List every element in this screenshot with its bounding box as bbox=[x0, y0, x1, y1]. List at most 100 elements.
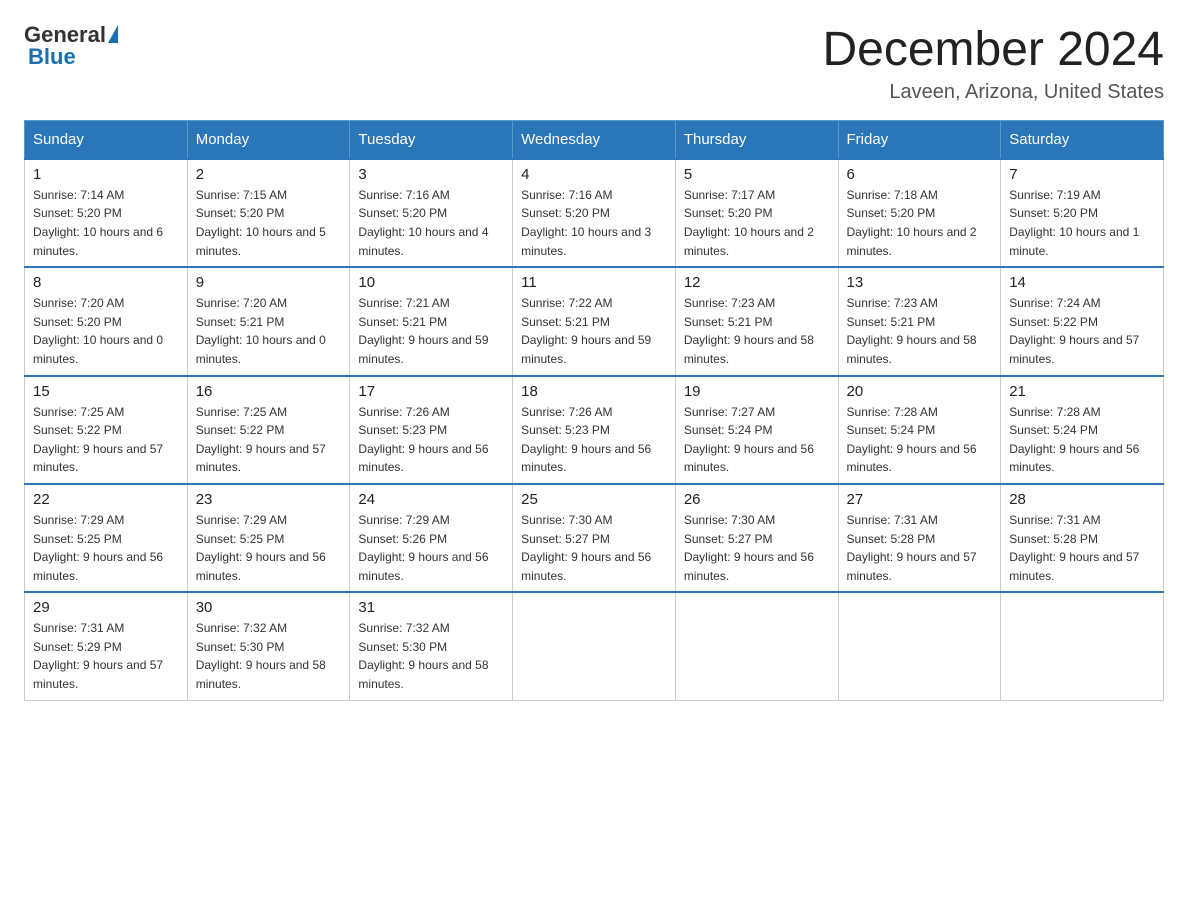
day-number: 23 bbox=[196, 491, 342, 508]
day-number: 14 bbox=[1009, 274, 1155, 291]
day-number: 20 bbox=[847, 383, 993, 400]
day-number: 5 bbox=[684, 166, 830, 183]
day-info: Sunrise: 7:31 AM Sunset: 5:28 PM Dayligh… bbox=[1009, 511, 1155, 585]
day-number: 22 bbox=[33, 491, 179, 508]
calendar-cell: 30 Sunrise: 7:32 AM Sunset: 5:30 PM Dayl… bbox=[187, 592, 350, 700]
day-number: 9 bbox=[196, 274, 342, 291]
day-number: 15 bbox=[33, 383, 179, 400]
calendar-cell: 5 Sunrise: 7:17 AM Sunset: 5:20 PM Dayli… bbox=[675, 159, 838, 267]
day-number: 31 bbox=[358, 599, 504, 616]
calendar-cell bbox=[1001, 592, 1164, 700]
calendar-cell: 12 Sunrise: 7:23 AM Sunset: 5:21 PM Dayl… bbox=[675, 267, 838, 375]
calendar-week-row: 8 Sunrise: 7:20 AM Sunset: 5:20 PM Dayli… bbox=[25, 267, 1164, 375]
day-number: 7 bbox=[1009, 166, 1155, 183]
calendar-week-row: 22 Sunrise: 7:29 AM Sunset: 5:25 PM Dayl… bbox=[25, 484, 1164, 592]
day-info: Sunrise: 7:30 AM Sunset: 5:27 PM Dayligh… bbox=[684, 511, 830, 585]
logo-triangle-icon bbox=[108, 25, 118, 43]
day-info: Sunrise: 7:15 AM Sunset: 5:20 PM Dayligh… bbox=[196, 186, 342, 260]
day-info: Sunrise: 7:16 AM Sunset: 5:20 PM Dayligh… bbox=[521, 186, 667, 260]
calendar-cell: 8 Sunrise: 7:20 AM Sunset: 5:20 PM Dayli… bbox=[25, 267, 188, 375]
day-number: 10 bbox=[358, 274, 504, 291]
calendar-cell: 14 Sunrise: 7:24 AM Sunset: 5:22 PM Dayl… bbox=[1001, 267, 1164, 375]
day-number: 24 bbox=[358, 491, 504, 508]
calendar-cell bbox=[838, 592, 1001, 700]
day-number: 25 bbox=[521, 491, 667, 508]
day-number: 13 bbox=[847, 274, 993, 291]
day-info: Sunrise: 7:23 AM Sunset: 5:21 PM Dayligh… bbox=[847, 294, 993, 368]
day-number: 16 bbox=[196, 383, 342, 400]
calendar-header-tuesday: Tuesday bbox=[350, 120, 513, 159]
day-number: 29 bbox=[33, 599, 179, 616]
calendar-cell: 11 Sunrise: 7:22 AM Sunset: 5:21 PM Dayl… bbox=[513, 267, 676, 375]
day-info: Sunrise: 7:24 AM Sunset: 5:22 PM Dayligh… bbox=[1009, 294, 1155, 368]
calendar-week-row: 1 Sunrise: 7:14 AM Sunset: 5:20 PM Dayli… bbox=[25, 159, 1164, 267]
day-info: Sunrise: 7:25 AM Sunset: 5:22 PM Dayligh… bbox=[196, 403, 342, 477]
day-number: 27 bbox=[847, 491, 993, 508]
logo-general-text: General bbox=[24, 24, 106, 46]
calendar-table: SundayMondayTuesdayWednesdayThursdayFrid… bbox=[24, 120, 1164, 701]
day-number: 19 bbox=[684, 383, 830, 400]
calendar-cell: 10 Sunrise: 7:21 AM Sunset: 5:21 PM Dayl… bbox=[350, 267, 513, 375]
calendar-header-friday: Friday bbox=[838, 120, 1001, 159]
day-number: 2 bbox=[196, 166, 342, 183]
day-info: Sunrise: 7:29 AM Sunset: 5:25 PM Dayligh… bbox=[33, 511, 179, 585]
day-info: Sunrise: 7:30 AM Sunset: 5:27 PM Dayligh… bbox=[521, 511, 667, 585]
calendar-cell: 29 Sunrise: 7:31 AM Sunset: 5:29 PM Dayl… bbox=[25, 592, 188, 700]
day-number: 6 bbox=[847, 166, 993, 183]
day-info: Sunrise: 7:21 AM Sunset: 5:21 PM Dayligh… bbox=[358, 294, 504, 368]
month-title: December 2024 bbox=[822, 24, 1164, 77]
calendar-header-saturday: Saturday bbox=[1001, 120, 1164, 159]
day-info: Sunrise: 7:26 AM Sunset: 5:23 PM Dayligh… bbox=[521, 403, 667, 477]
calendar-cell: 26 Sunrise: 7:30 AM Sunset: 5:27 PM Dayl… bbox=[675, 484, 838, 592]
calendar-cell: 27 Sunrise: 7:31 AM Sunset: 5:28 PM Dayl… bbox=[838, 484, 1001, 592]
day-number: 26 bbox=[684, 491, 830, 508]
day-info: Sunrise: 7:32 AM Sunset: 5:30 PM Dayligh… bbox=[196, 619, 342, 693]
day-number: 8 bbox=[33, 274, 179, 291]
day-info: Sunrise: 7:28 AM Sunset: 5:24 PM Dayligh… bbox=[1009, 403, 1155, 477]
calendar-cell: 16 Sunrise: 7:25 AM Sunset: 5:22 PM Dayl… bbox=[187, 376, 350, 484]
page-header: General Blue December 2024 Laveen, Arizo… bbox=[24, 24, 1164, 104]
calendar-cell: 1 Sunrise: 7:14 AM Sunset: 5:20 PM Dayli… bbox=[25, 159, 188, 267]
calendar-cell: 28 Sunrise: 7:31 AM Sunset: 5:28 PM Dayl… bbox=[1001, 484, 1164, 592]
calendar-cell: 19 Sunrise: 7:27 AM Sunset: 5:24 PM Dayl… bbox=[675, 376, 838, 484]
day-info: Sunrise: 7:32 AM Sunset: 5:30 PM Dayligh… bbox=[358, 619, 504, 693]
calendar-cell: 22 Sunrise: 7:29 AM Sunset: 5:25 PM Dayl… bbox=[25, 484, 188, 592]
day-info: Sunrise: 7:31 AM Sunset: 5:29 PM Dayligh… bbox=[33, 619, 179, 693]
calendar-cell: 25 Sunrise: 7:30 AM Sunset: 5:27 PM Dayl… bbox=[513, 484, 676, 592]
calendar-cell: 18 Sunrise: 7:26 AM Sunset: 5:23 PM Dayl… bbox=[513, 376, 676, 484]
day-info: Sunrise: 7:20 AM Sunset: 5:21 PM Dayligh… bbox=[196, 294, 342, 368]
calendar-header-row: SundayMondayTuesdayWednesdayThursdayFrid… bbox=[25, 120, 1164, 159]
day-info: Sunrise: 7:26 AM Sunset: 5:23 PM Dayligh… bbox=[358, 403, 504, 477]
day-number: 3 bbox=[358, 166, 504, 183]
day-info: Sunrise: 7:27 AM Sunset: 5:24 PM Dayligh… bbox=[684, 403, 830, 477]
day-number: 18 bbox=[521, 383, 667, 400]
logo: General Blue bbox=[24, 24, 118, 68]
day-number: 30 bbox=[196, 599, 342, 616]
location-title: Laveen, Arizona, United States bbox=[822, 81, 1164, 104]
day-info: Sunrise: 7:14 AM Sunset: 5:20 PM Dayligh… bbox=[33, 186, 179, 260]
day-number: 11 bbox=[521, 274, 667, 291]
title-section: December 2024 Laveen, Arizona, United St… bbox=[822, 24, 1164, 104]
calendar-header-wednesday: Wednesday bbox=[513, 120, 676, 159]
day-info: Sunrise: 7:29 AM Sunset: 5:26 PM Dayligh… bbox=[358, 511, 504, 585]
day-number: 21 bbox=[1009, 383, 1155, 400]
day-info: Sunrise: 7:31 AM Sunset: 5:28 PM Dayligh… bbox=[847, 511, 993, 585]
calendar-cell: 17 Sunrise: 7:26 AM Sunset: 5:23 PM Dayl… bbox=[350, 376, 513, 484]
calendar-cell: 21 Sunrise: 7:28 AM Sunset: 5:24 PM Dayl… bbox=[1001, 376, 1164, 484]
day-number: 12 bbox=[684, 274, 830, 291]
calendar-week-row: 29 Sunrise: 7:31 AM Sunset: 5:29 PM Dayl… bbox=[25, 592, 1164, 700]
calendar-cell: 23 Sunrise: 7:29 AM Sunset: 5:25 PM Dayl… bbox=[187, 484, 350, 592]
day-info: Sunrise: 7:17 AM Sunset: 5:20 PM Dayligh… bbox=[684, 186, 830, 260]
calendar-cell: 13 Sunrise: 7:23 AM Sunset: 5:21 PM Dayl… bbox=[838, 267, 1001, 375]
calendar-header-monday: Monday bbox=[187, 120, 350, 159]
calendar-week-row: 15 Sunrise: 7:25 AM Sunset: 5:22 PM Dayl… bbox=[25, 376, 1164, 484]
calendar-cell: 3 Sunrise: 7:16 AM Sunset: 5:20 PM Dayli… bbox=[350, 159, 513, 267]
calendar-header-thursday: Thursday bbox=[675, 120, 838, 159]
day-info: Sunrise: 7:23 AM Sunset: 5:21 PM Dayligh… bbox=[684, 294, 830, 368]
day-number: 28 bbox=[1009, 491, 1155, 508]
calendar-cell: 7 Sunrise: 7:19 AM Sunset: 5:20 PM Dayli… bbox=[1001, 159, 1164, 267]
calendar-cell: 4 Sunrise: 7:16 AM Sunset: 5:20 PM Dayli… bbox=[513, 159, 676, 267]
day-info: Sunrise: 7:29 AM Sunset: 5:25 PM Dayligh… bbox=[196, 511, 342, 585]
day-info: Sunrise: 7:28 AM Sunset: 5:24 PM Dayligh… bbox=[847, 403, 993, 477]
day-info: Sunrise: 7:18 AM Sunset: 5:20 PM Dayligh… bbox=[847, 186, 993, 260]
